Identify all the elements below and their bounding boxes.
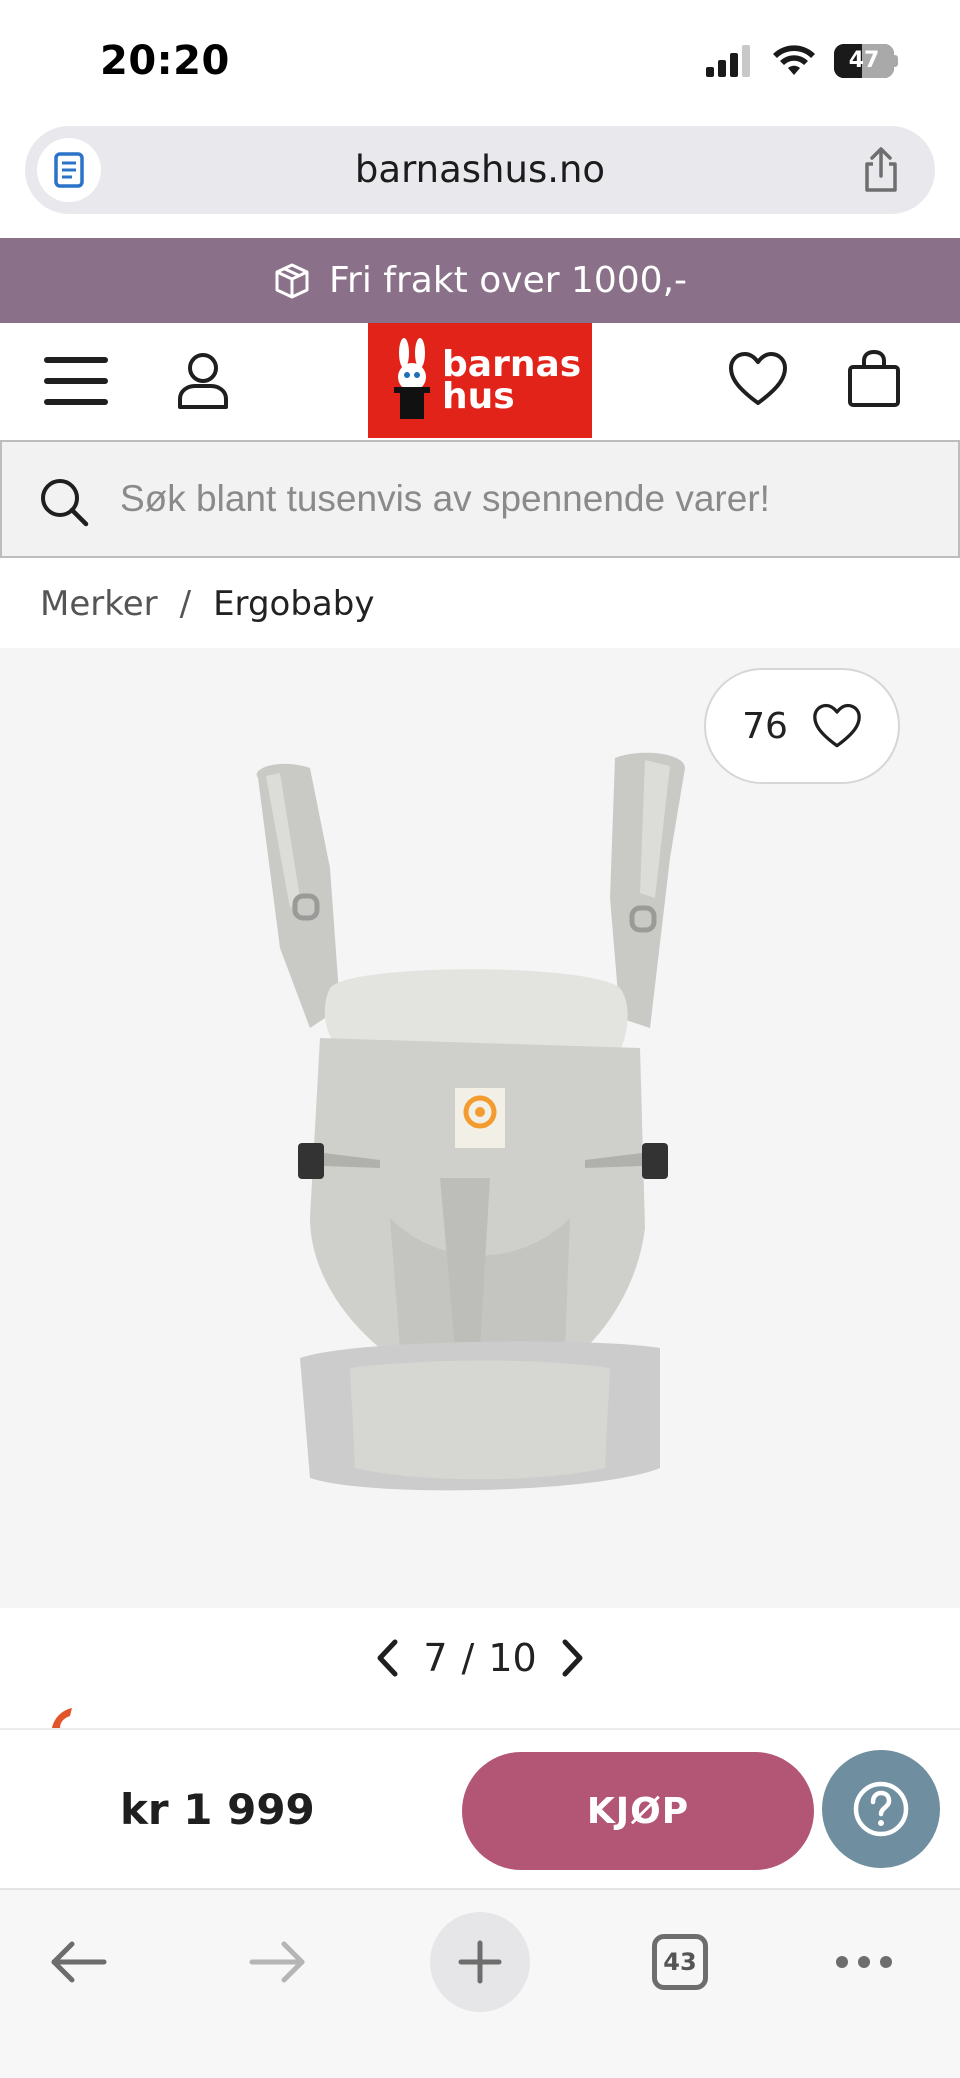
breadcrumb-item-ergobaby[interactable]: Ergobaby: [213, 584, 374, 624]
package-icon: [275, 263, 309, 298]
product-gallery[interactable]: 76: [0, 648, 960, 1608]
bag-icon: [848, 349, 900, 407]
user-icon: [178, 353, 228, 409]
account-button[interactable]: [175, 351, 231, 411]
status-bar: 20:20 47: [0, 0, 960, 120]
pager-total: 10: [488, 1636, 537, 1680]
wifi-icon: [773, 45, 815, 75]
chevron-right-icon: [562, 1639, 583, 1677]
status-icons: 47: [706, 44, 898, 78]
plus-icon: [458, 1940, 502, 1984]
breadcrumb: Merker / Ergobaby: [40, 580, 374, 628]
arrow-left-icon: [51, 1941, 107, 1983]
logo-wordmark: barnas hus: [442, 343, 582, 417]
like-button[interactable]: 76: [704, 668, 900, 784]
breadcrumb-item-merker[interactable]: Merker: [40, 584, 158, 624]
battery-level: 47: [848, 48, 880, 73]
share-button[interactable]: [857, 146, 905, 194]
product-price: kr 1 999: [120, 1785, 315, 1834]
battery-icon: 47: [834, 44, 898, 78]
breadcrumb-separator: /: [179, 584, 192, 624]
menu-button[interactable]: [44, 353, 108, 409]
next-image-button[interactable]: [553, 1633, 593, 1683]
site-logo[interactable]: barnas hus: [368, 323, 592, 438]
tabs-button[interactable]: 43: [630, 1912, 730, 2012]
buy-button[interactable]: KJØP: [462, 1752, 814, 1870]
cellular-signal-icon: [706, 45, 750, 77]
heart-icon: [813, 703, 861, 748]
more-button[interactable]: [814, 1912, 914, 2012]
product-image-baby-carrier[interactable]: [240, 748, 720, 1518]
tab-count: 43: [652, 1934, 708, 1990]
search-input[interactable]: [120, 442, 940, 556]
pager-position: 7 / 10: [423, 1636, 536, 1680]
pager-separator: /: [461, 1636, 475, 1680]
wishlist-button[interactable]: [728, 351, 788, 411]
buy-bar: kr 1 999 KJØP: [0, 1728, 960, 1888]
status-time: 20:20: [100, 38, 230, 84]
gallery-pager: 7 / 10: [0, 1608, 960, 1708]
chevron-left-icon: [377, 1639, 398, 1677]
bunny-logo-icon: [394, 337, 430, 419]
product-search: [0, 440, 960, 558]
address-bar[interactable]: barnashus.no: [25, 126, 935, 214]
forward-button[interactable]: [228, 1912, 328, 2012]
free-shipping-banner: Fri frakt over 1000,-: [0, 238, 960, 323]
question-icon: [853, 1781, 909, 1837]
browser-toolbar: 43: [0, 1888, 960, 2078]
site-header: barnas hus: [0, 323, 960, 438]
help-button[interactable]: [822, 1750, 940, 1868]
cart-button[interactable]: [846, 349, 906, 411]
pager-current: 7: [423, 1636, 448, 1680]
previous-image-button[interactable]: [367, 1633, 407, 1683]
search-icon: [41, 479, 89, 527]
url-text[interactable]: barnashus.no: [25, 126, 935, 214]
promo-text: Fri frakt over 1000,-: [328, 260, 688, 301]
heart-icon: [729, 352, 787, 405]
menu-icon: [44, 357, 108, 363]
back-button[interactable]: [28, 1912, 128, 2012]
like-count: 76: [742, 705, 788, 747]
arrow-right-icon: [249, 1941, 305, 1983]
new-tab-button[interactable]: [430, 1912, 530, 2012]
share-icon: [865, 147, 897, 192]
brand-mark-icon: [52, 1708, 72, 1728]
ellipsis-icon: [836, 1956, 892, 1968]
